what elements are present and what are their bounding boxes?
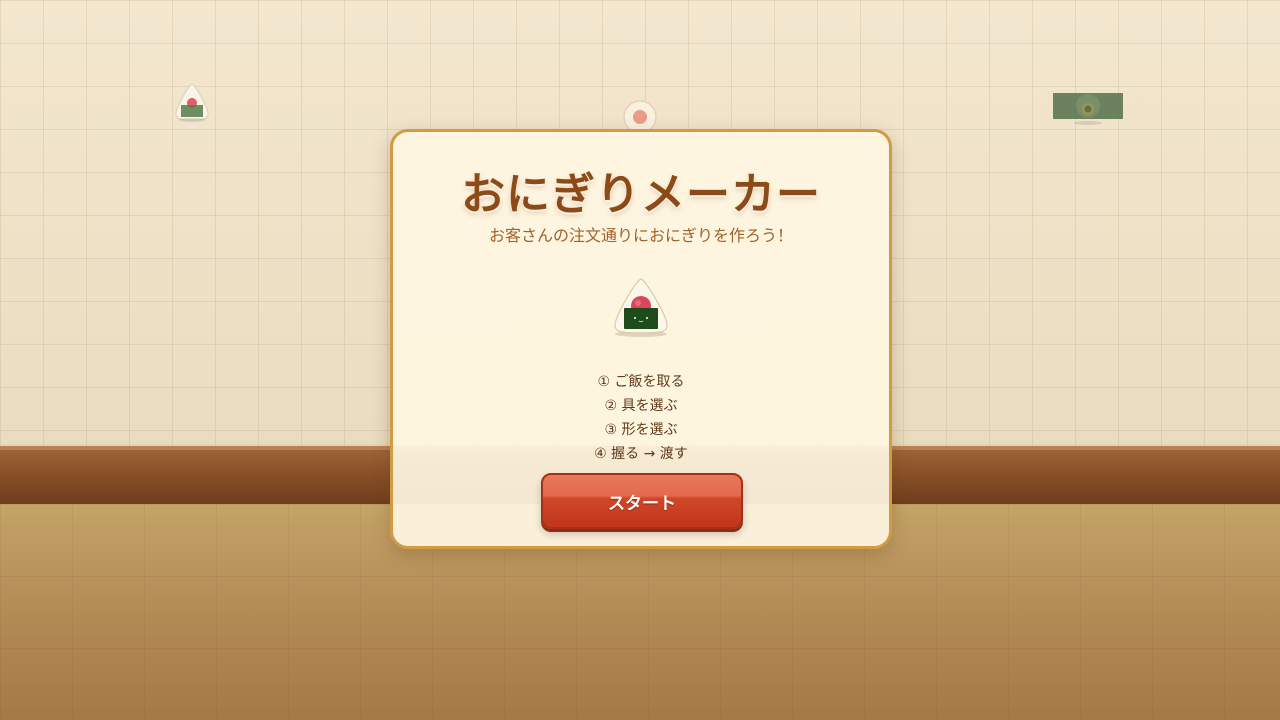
instruction-list: ① ご飯を取る ② 具を選ぶ ③ 形を選ぶ ④ 握る → 渡す — [393, 370, 889, 466]
game-subtitle: お客さんの注文通りにおにぎりを作ろう！ — [488, 226, 793, 245]
instruction-step: ④ 握る → 渡す — [594, 446, 688, 462]
instruction-step: ① ご飯を取る — [597, 374, 685, 390]
onigiri-icon — [614, 278, 668, 337]
onigiri-icon — [175, 83, 209, 122]
game-title: おにぎりメーカー — [461, 169, 821, 220]
title-dialog: おにぎりメーカー お客さんの注文通りにおにぎりを作ろう！ ① ご飯を取る ② 具… — [390, 129, 892, 549]
nori-sheet-icon — [1053, 93, 1123, 125]
game-scene: おにぎりメーカー お客さんの注文通りにおにぎりを作ろう！ ① ご飯を取る ② 具… — [0, 0, 1280, 720]
instruction-step: ③ 形を選ぶ — [604, 422, 678, 438]
instruction-step: ② 具を選ぶ — [604, 398, 678, 414]
start-button[interactable]: スタート — [541, 473, 743, 529]
